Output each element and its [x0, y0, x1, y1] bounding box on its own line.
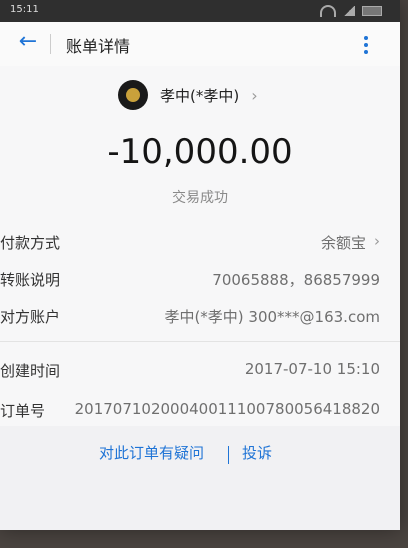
order-number-row: 订单号 20170710200040011100780056418820 — [0, 400, 400, 422]
more-options-icon[interactable] — [364, 36, 368, 54]
wifi-icon — [320, 5, 336, 17]
transaction-amount: -10,000.00 — [107, 132, 293, 172]
order-number-value: 20170710200040011100780056418820 — [74, 400, 380, 418]
payment-method-value: 余额宝 — [320, 234, 366, 252]
payment-method-label: 付款方式 — [0, 234, 61, 252]
page-title: 账单详情 — [66, 37, 131, 56]
transaction-status: 交易成功 — [172, 190, 228, 206]
payee-row[interactable]: 孝中(*孝中) › — [118, 78, 258, 112]
status-time: 15:11 — [10, 4, 39, 15]
counterparty-account-value: 孝中(*孝中) 300***@163.com — [164, 308, 380, 326]
navbar: ← 账单详情 — [0, 22, 400, 67]
order-number-label: 订单号 — [0, 402, 46, 420]
created-time-row: 创建时间 2017-07-10 15:10 — [0, 360, 400, 382]
transfer-note-row: 转账说明 70065888，86857999 — [0, 269, 400, 291]
battery-icon — [362, 6, 382, 16]
chevron-right-icon: › — [374, 232, 380, 250]
payee-name: 孝中(*孝中) — [160, 86, 240, 105]
transfer-note-label: 转账说明 — [0, 271, 61, 289]
phone-screen: 15:11 ← 账单详情 孝中(*孝中) › -10,000.00 交易成功 付… — [0, 0, 400, 530]
link-divider — [228, 446, 229, 464]
status-icons — [320, 5, 382, 17]
transfer-note-value: 70065888，86857999 — [212, 271, 380, 289]
status-bar: 15:11 — [0, 0, 400, 22]
section-divider — [0, 341, 400, 342]
counterparty-account-row: 对方账户 孝中(*孝中) 300***@163.com — [0, 306, 400, 328]
order-doubt-link[interactable]: 对此订单有疑问 — [99, 442, 204, 463]
created-time-label: 创建时间 — [0, 362, 61, 380]
signal-icon — [343, 6, 355, 16]
complaint-link[interactable]: 投诉 — [242, 442, 272, 463]
nav-divider — [50, 34, 51, 54]
counterparty-account-label: 对方账户 — [0, 308, 61, 326]
bill-detail-card: 孝中(*孝中) › -10,000.00 交易成功 付款方式 余额宝 › 转账说… — [0, 66, 400, 426]
created-time-value: 2017-07-10 15:10 — [244, 360, 380, 378]
payment-method-row[interactable]: 付款方式 余额宝 › — [0, 232, 400, 254]
chevron-right-icon: › — [251, 85, 258, 105]
back-arrow-icon[interactable]: ← — [16, 30, 40, 54]
payee-avatar — [118, 80, 148, 110]
bottom-links: 对此订单有疑问 投诉 — [0, 442, 400, 466]
